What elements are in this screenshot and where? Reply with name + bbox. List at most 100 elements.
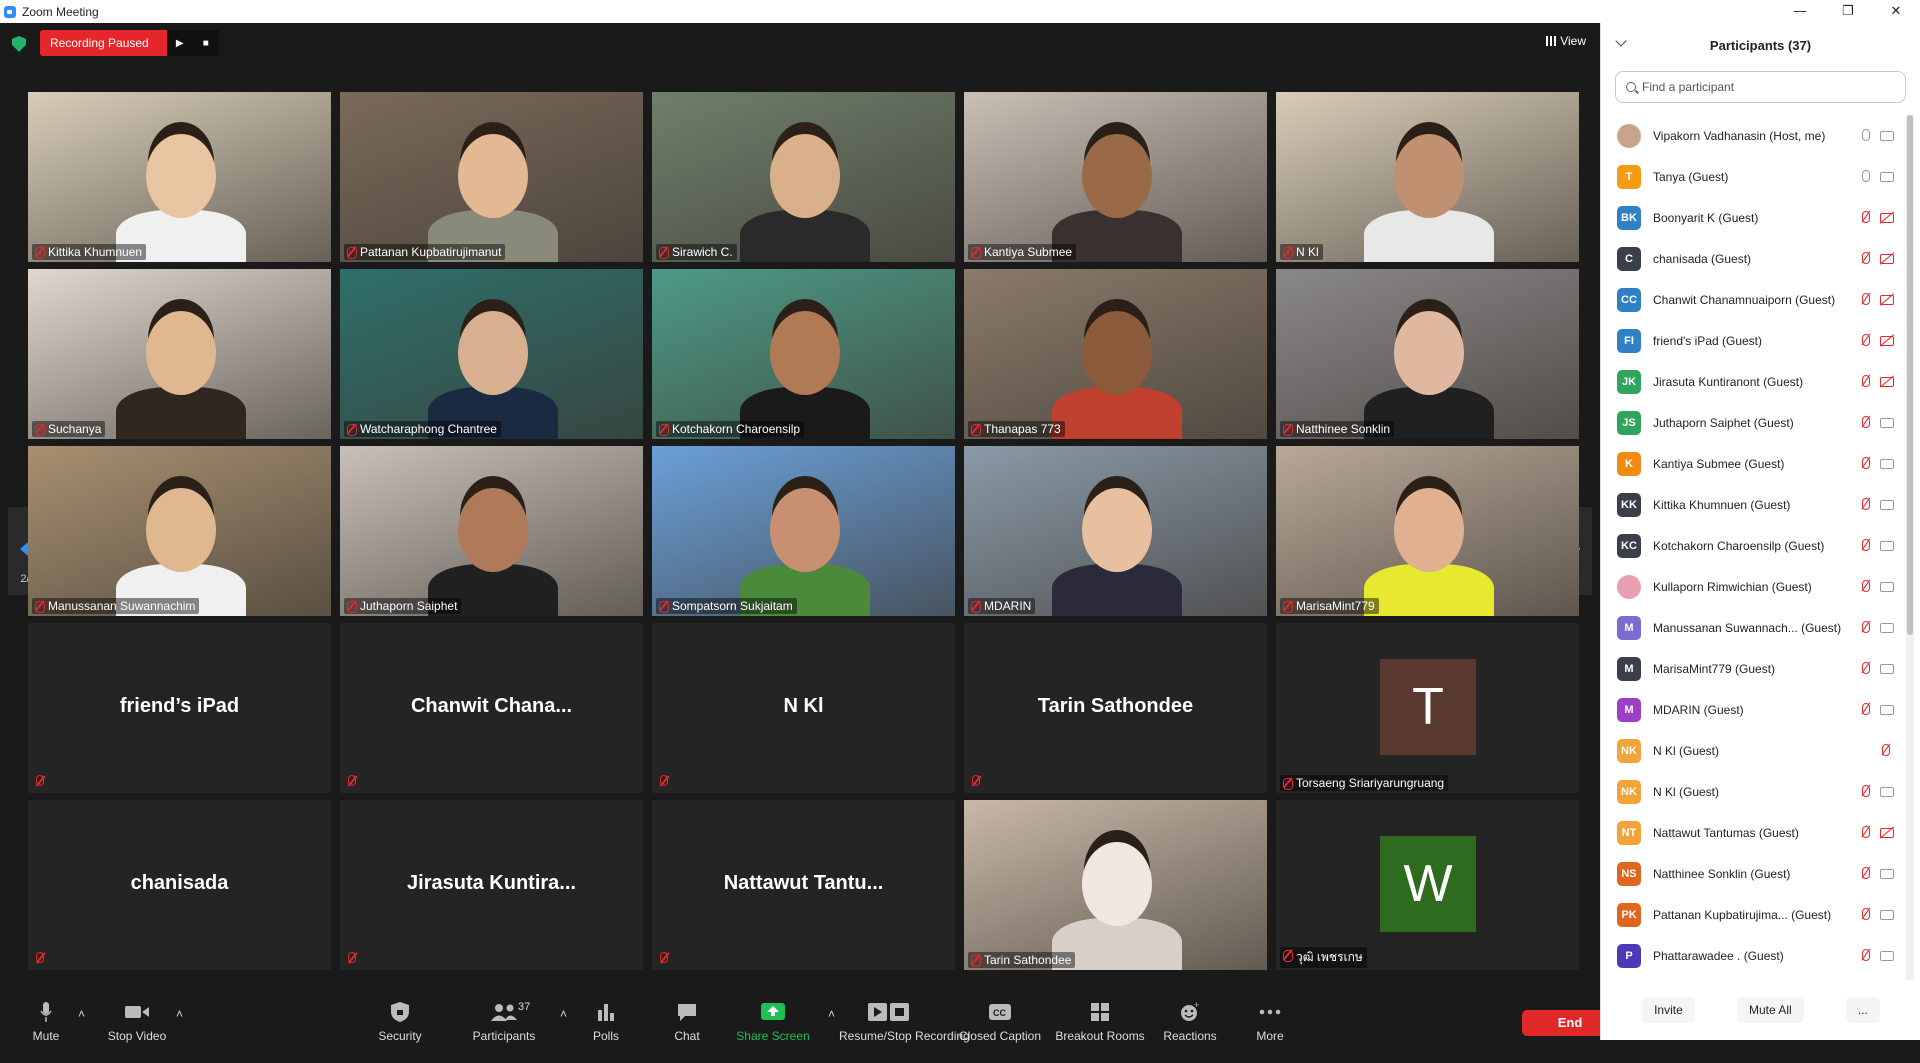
microphone-icon[interactable] <box>1861 129 1870 142</box>
mute-all-button[interactable]: Mute All <box>1736 997 1804 1023</box>
stop-recording-icon[interactable]: ■ <box>192 30 219 56</box>
participant-tile[interactable]: Kittika Khumnuen <box>28 92 331 262</box>
participant-tile[interactable]: Juthaporn Saiphet <box>340 446 643 616</box>
security-button[interactable]: Security <box>350 999 450 1043</box>
participant-list-item[interactable]: K Kantiya Submee (Guest) <box>1601 443 1904 484</box>
caret-up-icon[interactable]: ˄ <box>176 1007 183 1021</box>
participant-list-item[interactable]: T Tanya (Guest) <box>1601 156 1904 197</box>
participant-list-item[interactable]: NS Natthinee Sonklin (Guest) <box>1601 853 1904 894</box>
video-camera-icon[interactable] <box>1880 910 1894 920</box>
video-camera-icon[interactable] <box>1880 500 1894 510</box>
video-off-icon[interactable] <box>1880 254 1894 264</box>
muted-mic-icon[interactable] <box>1861 867 1870 880</box>
muted-mic-icon[interactable] <box>1861 703 1870 716</box>
breakout-rooms-button[interactable]: Breakout Rooms <box>1050 999 1150 1043</box>
participant-list-item[interactable]: KK Kittika Khumnuen (Guest) <box>1601 484 1904 525</box>
participant-tile[interactable]: chanisada <box>28 800 331 970</box>
participant-list-item[interactable]: Kullaporn Rimwichian (Guest) <box>1601 566 1904 607</box>
recording-button[interactable]: Resume/Stop Recording <box>839 999 970 1043</box>
participant-tile[interactable]: W วุฒิ เพชรเกษ <box>1276 800 1579 970</box>
muted-mic-icon[interactable] <box>1881 744 1890 757</box>
muted-mic-icon[interactable] <box>1861 416 1870 429</box>
video-off-icon[interactable] <box>1880 828 1894 838</box>
participant-list-item[interactable]: M MarisaMint779 (Guest) <box>1601 648 1904 689</box>
participant-tile[interactable]: friend’s iPad <box>28 623 331 793</box>
participant-list-item[interactable]: Vipakorn Vadhanasin (Host, me) <box>1601 115 1904 156</box>
video-off-icon[interactable] <box>1880 213 1894 223</box>
participant-tile[interactable]: Suchanya <box>28 269 331 439</box>
participant-tile[interactable]: Jirasuta Kuntira... <box>340 800 643 970</box>
participants-button[interactable]: 37 Participants <box>454 999 554 1043</box>
muted-mic-icon[interactable] <box>1861 785 1870 798</box>
participant-list-item[interactable]: NT Nattawut Tantumas (Guest) <box>1601 812 1904 853</box>
video-camera-icon[interactable] <box>1880 951 1894 961</box>
muted-mic-icon[interactable] <box>1861 621 1870 634</box>
encryption-shield-icon[interactable] <box>12 36 26 52</box>
muted-mic-icon[interactable] <box>1861 211 1870 224</box>
participant-list-item[interactable]: P Phattarawadee . (Guest) <box>1601 935 1904 976</box>
participant-search-input[interactable]: Find a participant <box>1615 71 1906 103</box>
participant-tile[interactable]: N Kl <box>652 623 955 793</box>
participant-tile[interactable]: Tarin Sathondee <box>964 623 1267 793</box>
scrollbar-thumb[interactable] <box>1907 115 1913 635</box>
resume-recording-icon[interactable]: ▶ <box>166 30 193 56</box>
caret-up-icon[interactable]: ˄ <box>828 1007 835 1021</box>
muted-mic-icon[interactable] <box>1861 293 1870 306</box>
participant-list-item[interactable]: FI friend's iPad (Guest) <box>1601 320 1904 361</box>
minimize-icon[interactable]: — <box>1776 0 1824 23</box>
participant-list-item[interactable]: Cchanisada (Guest) <box>1601 238 1904 279</box>
more-options-button[interactable]: ... <box>1845 997 1880 1023</box>
muted-mic-icon[interactable] <box>1861 662 1870 675</box>
view-button[interactable]: View <box>1546 34 1586 48</box>
participant-tile[interactable]: N Kl <box>1276 92 1579 262</box>
muted-mic-icon[interactable] <box>1861 498 1870 511</box>
participant-tile[interactable]: MarisaMint779 <box>1276 446 1579 616</box>
muted-mic-icon[interactable] <box>1861 908 1870 921</box>
video-camera-icon[interactable] <box>1880 459 1894 469</box>
participant-tile[interactable]: Thanapas 773 <box>964 269 1267 439</box>
muted-mic-icon[interactable] <box>1861 334 1870 347</box>
video-camera-icon[interactable] <box>1880 541 1894 551</box>
caret-up-icon[interactable]: ˄ <box>560 1007 567 1021</box>
participant-tile[interactable]: Nattawut Tantu... <box>652 800 955 970</box>
video-camera-icon[interactable] <box>1880 582 1894 592</box>
caret-up-icon[interactable]: ˄ <box>78 1007 85 1021</box>
muted-mic-icon[interactable] <box>1861 580 1870 593</box>
participant-tile[interactable]: Tarin Sathondee <box>964 800 1267 970</box>
participant-tile[interactable]: Kantiya Submee <box>964 92 1267 262</box>
participant-tile[interactable]: MDARIN <box>964 446 1267 616</box>
video-off-icon[interactable] <box>1880 336 1894 346</box>
participant-list-item[interactable]: NK N Kl (Guest) <box>1601 730 1904 771</box>
video-camera-icon[interactable] <box>1880 131 1894 141</box>
chat-button[interactable]: Chat <box>637 999 737 1043</box>
video-camera-icon[interactable] <box>1880 664 1894 674</box>
participant-list-item[interactable]: NK N Kl (Guest) <box>1601 771 1904 812</box>
participant-list-item[interactable]: M MDARIN (Guest) <box>1601 689 1904 730</box>
participant-list-item[interactable]: JS Juthaporn Saiphet (Guest) <box>1601 402 1904 443</box>
invite-button[interactable]: Invite <box>1642 997 1695 1023</box>
participant-tile[interactable]: Natthinee Sonklin <box>1276 269 1579 439</box>
participant-tile[interactable]: T Torsaeng Sriariyarungruang <box>1276 623 1579 793</box>
video-off-icon[interactable] <box>1880 295 1894 305</box>
video-camera-icon[interactable] <box>1880 705 1894 715</box>
participant-tile[interactable]: Pattanan Kupbatirujimanut <box>340 92 643 262</box>
participant-list-item[interactable]: M Manussanan Suwannach... (Guest) <box>1601 607 1904 648</box>
video-camera-icon[interactable] <box>1880 623 1894 633</box>
participant-list-item[interactable]: KC Kotchakorn Charoensilp (Guest) <box>1601 525 1904 566</box>
participant-tile[interactable]: Sirawich C. <box>652 92 955 262</box>
video-off-icon[interactable] <box>1880 377 1894 387</box>
video-camera-icon[interactable] <box>1880 787 1894 797</box>
collapse-chevron-icon[interactable] <box>1615 35 1627 47</box>
more-button[interactable]: More <box>1220 999 1320 1043</box>
participant-tile[interactable]: Sompatsorn Sukjaitam <box>652 446 955 616</box>
participant-tile[interactable]: Manussanan Suwannachim <box>28 446 331 616</box>
participant-tile[interactable]: Kotchakorn Charoensilp <box>652 269 955 439</box>
closed-caption-button[interactable]: CC Closed Caption <box>950 999 1050 1043</box>
muted-mic-icon[interactable] <box>1861 252 1870 265</box>
mute-button[interactable]: Mute <box>0 999 96 1043</box>
muted-mic-icon[interactable] <box>1861 949 1870 962</box>
restore-icon[interactable]: ❐ <box>1824 0 1872 23</box>
participant-list-item[interactable]: JK Jirasuta Kuntiranont (Guest) <box>1601 361 1904 402</box>
video-camera-icon[interactable] <box>1880 172 1894 182</box>
stop-video-button[interactable]: Stop Video <box>87 999 187 1043</box>
